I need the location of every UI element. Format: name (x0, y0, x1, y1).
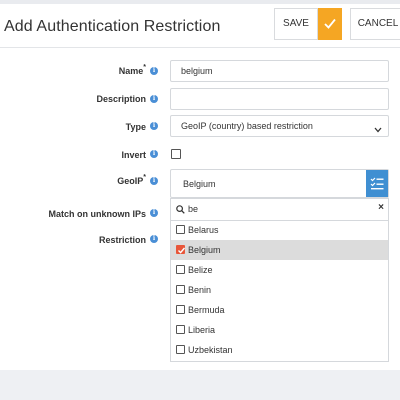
cancel-button[interactable]: CANCEL (350, 8, 400, 40)
invert-info-icon[interactable]: i (150, 150, 158, 158)
save-button[interactable]: SAVE (274, 8, 318, 40)
description-info-icon[interactable]: i (150, 95, 158, 103)
checkbox-icon[interactable] (176, 285, 185, 294)
restriction-info-icon[interactable]: i (150, 235, 158, 243)
type-label: Type (125, 122, 146, 132)
checkmark-icon (324, 18, 336, 29)
dropdown-option[interactable]: Belize (171, 260, 388, 280)
dropdown-option-label: Uzbekistan (188, 345, 233, 355)
dropdown-search[interactable]: be × (171, 199, 388, 221)
dropdown-option-label: Belarus (188, 225, 219, 235)
geoip-selected-value: Belgium (183, 179, 216, 189)
invert-label: Invert (121, 150, 146, 160)
invert-checkbox[interactable] (171, 149, 181, 159)
restriction-label: Restriction (98, 235, 146, 245)
page-title: Add Authentication Restriction (4, 18, 221, 35)
geoip-label: GeoIP* (117, 174, 146, 186)
checklist-icon (370, 177, 384, 190)
checked-checkbox-icon[interactable] (176, 245, 186, 254)
checkbox-icon[interactable] (176, 325, 185, 334)
dropdown-option-label: Bermuda (188, 305, 225, 315)
dropdown-option[interactable]: Benin (171, 280, 388, 300)
type-select-value: GeoIP (country) based restriction (181, 121, 313, 131)
type-select[interactable]: GeoIP (country) based restriction (170, 115, 389, 137)
dropdown-option-label: Belize (188, 265, 213, 275)
checkbox-icon[interactable] (176, 225, 185, 234)
description-label: Description (96, 94, 146, 104)
name-input[interactable]: belgium (170, 60, 389, 82)
dropdown-option[interactable]: Belgium (171, 240, 388, 260)
name-info-icon[interactable]: i (150, 67, 158, 75)
geoip-list-button[interactable] (366, 170, 388, 197)
geoip-select[interactable]: Belgium (170, 169, 389, 198)
description-input[interactable] (170, 88, 389, 110)
search-icon (176, 205, 185, 214)
dropdown-option-label: Benin (188, 285, 212, 295)
match-unknown-label: Match on unknown IPs (48, 209, 146, 219)
checkbox-icon[interactable] (176, 345, 185, 354)
geoip-info-icon[interactable]: i (150, 177, 158, 185)
dropdown-option-label: Belgium (188, 245, 221, 255)
geoip-dropdown: be × Belarus Belgium Belize Benin Bermuda Lib… (170, 198, 389, 362)
name-label: Name* (118, 64, 146, 76)
dropdown-option[interactable]: Belarus (171, 220, 388, 240)
dropdown-option[interactable]: Uzbekistan (171, 340, 388, 360)
checkbox-icon[interactable] (176, 265, 185, 274)
checkbox-icon[interactable] (176, 305, 185, 314)
chevron-down-icon (374, 120, 382, 140)
clear-search-icon[interactable]: × (378, 202, 384, 213)
match-unknown-info-icon[interactable]: i (150, 209, 158, 217)
search-input[interactable]: be (188, 204, 198, 214)
dropdown-option-label: Liberia (188, 325, 216, 335)
dropdown-option[interactable]: Bermuda (171, 300, 388, 320)
type-info-icon[interactable]: i (150, 122, 158, 130)
dropdown-option[interactable]: Liberia (171, 320, 388, 340)
save-confirm-button[interactable] (318, 8, 342, 40)
